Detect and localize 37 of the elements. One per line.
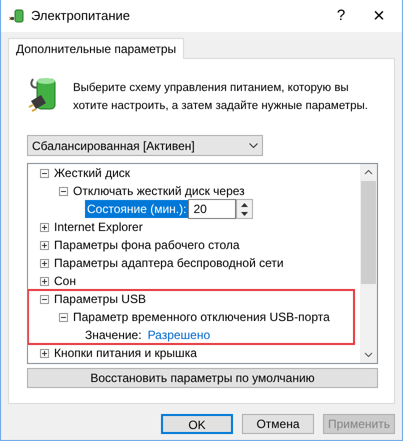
tree-item[interactable]: Сон [54,272,76,290]
expand-icon[interactable] [40,276,49,286]
expand-icon[interactable] [40,258,49,268]
tree-item[interactable]: Параметры адаптера беспроводной сети [54,254,284,272]
restore-defaults-button[interactable]: Восстановить параметры по умолчанию [27,368,378,388]
spin-buttons[interactable] [236,199,254,219]
expand-icon[interactable] [40,240,49,250]
battery-plug-icon [9,8,25,24]
plan-dropdown[interactable]: Сбалансированная [Активен] [27,135,263,156]
dialog-button[interactable]: OK [161,414,233,434]
setting-label: Значение: [85,327,142,344]
tree-item[interactable]: Параметр временного отключения USB-порта [73,308,330,326]
collapse-icon[interactable] [59,312,68,322]
window-title: Электропитание [31,7,130,26]
collapse-icon[interactable] [59,186,68,196]
expand-icon[interactable] [40,348,49,358]
down-arrow-icon [241,212,248,216]
up-arrow-icon [241,202,248,206]
setting-label: Состояние (мин.): [85,200,188,218]
tree-item[interactable]: Жесткий диск [54,164,130,182]
tree-item[interactable]: Параметры USB [54,290,146,308]
setting-value-link[interactable]: Разрешено [148,326,210,344]
tree-item[interactable]: Internet Explorer [54,218,143,236]
tree-item[interactable]: Кнопки питания и крышка [54,344,197,362]
dialog-button[interactable]: Отмена [242,414,314,434]
tree-item[interactable]: Отключать жесткий диск через [73,182,245,200]
chevron-down-icon [249,143,258,148]
scrollbar[interactable] [360,164,377,363]
collapse-icon[interactable] [40,294,49,304]
collapse-icon[interactable] [40,168,49,178]
number-field[interactable]: 20 [188,199,236,219]
expand-icon[interactable] [40,222,49,232]
tree-item[interactable]: Параметры фона рабочего стола [54,236,240,254]
tab[interactable]: Дополнительные параметры [8,38,184,59]
close-button[interactable]: × [356,1,402,31]
instruction-text: Выберите схему управления питанием, которую вы хотите настроить, а затем задайте нужные параметры. [73,81,369,114]
help-button[interactable]: ? [326,4,356,28]
